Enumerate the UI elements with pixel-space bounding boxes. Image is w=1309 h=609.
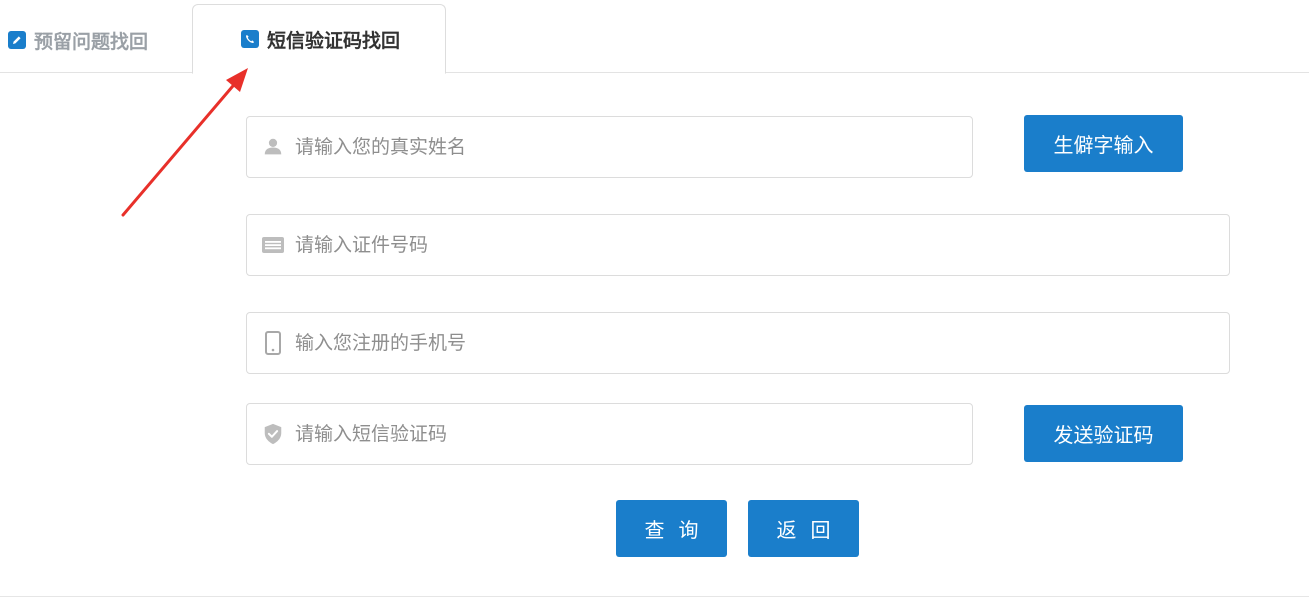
id-number-input[interactable] bbox=[295, 215, 1229, 275]
tab-sms-recovery[interactable]: 短信验证码找回 bbox=[192, 4, 446, 74]
edit-icon bbox=[8, 31, 26, 49]
query-button[interactable]: 查询 bbox=[616, 500, 727, 557]
sms-code-input[interactable] bbox=[295, 404, 972, 464]
tab-question-label: 预留问题找回 bbox=[34, 30, 149, 53]
real-name-field[interactable] bbox=[246, 116, 973, 178]
phone-number-field[interactable] bbox=[246, 312, 1230, 374]
mobile-icon bbox=[261, 331, 285, 355]
id-number-field[interactable] bbox=[246, 214, 1230, 276]
bottom-divider bbox=[0, 596, 1309, 597]
phone-number-input[interactable] bbox=[295, 313, 1229, 373]
shield-check-icon bbox=[261, 422, 285, 446]
send-code-button[interactable]: 发送验证码 bbox=[1024, 405, 1183, 462]
password-recovery-page: 预留问题找回 短信验证码找回 生僻字输入 bbox=[0, 0, 1309, 609]
tab-question-recovery[interactable]: 预留问题找回 bbox=[8, 20, 148, 60]
id-card-icon bbox=[261, 233, 285, 257]
real-name-input[interactable] bbox=[295, 117, 972, 177]
user-icon bbox=[261, 135, 285, 159]
sms-code-field[interactable] bbox=[246, 403, 973, 465]
tab-sms-label: 短信验证码找回 bbox=[267, 29, 401, 52]
phone-icon bbox=[241, 30, 259, 48]
rare-character-input-button[interactable]: 生僻字输入 bbox=[1024, 115, 1183, 172]
back-button[interactable]: 返回 bbox=[748, 500, 859, 557]
